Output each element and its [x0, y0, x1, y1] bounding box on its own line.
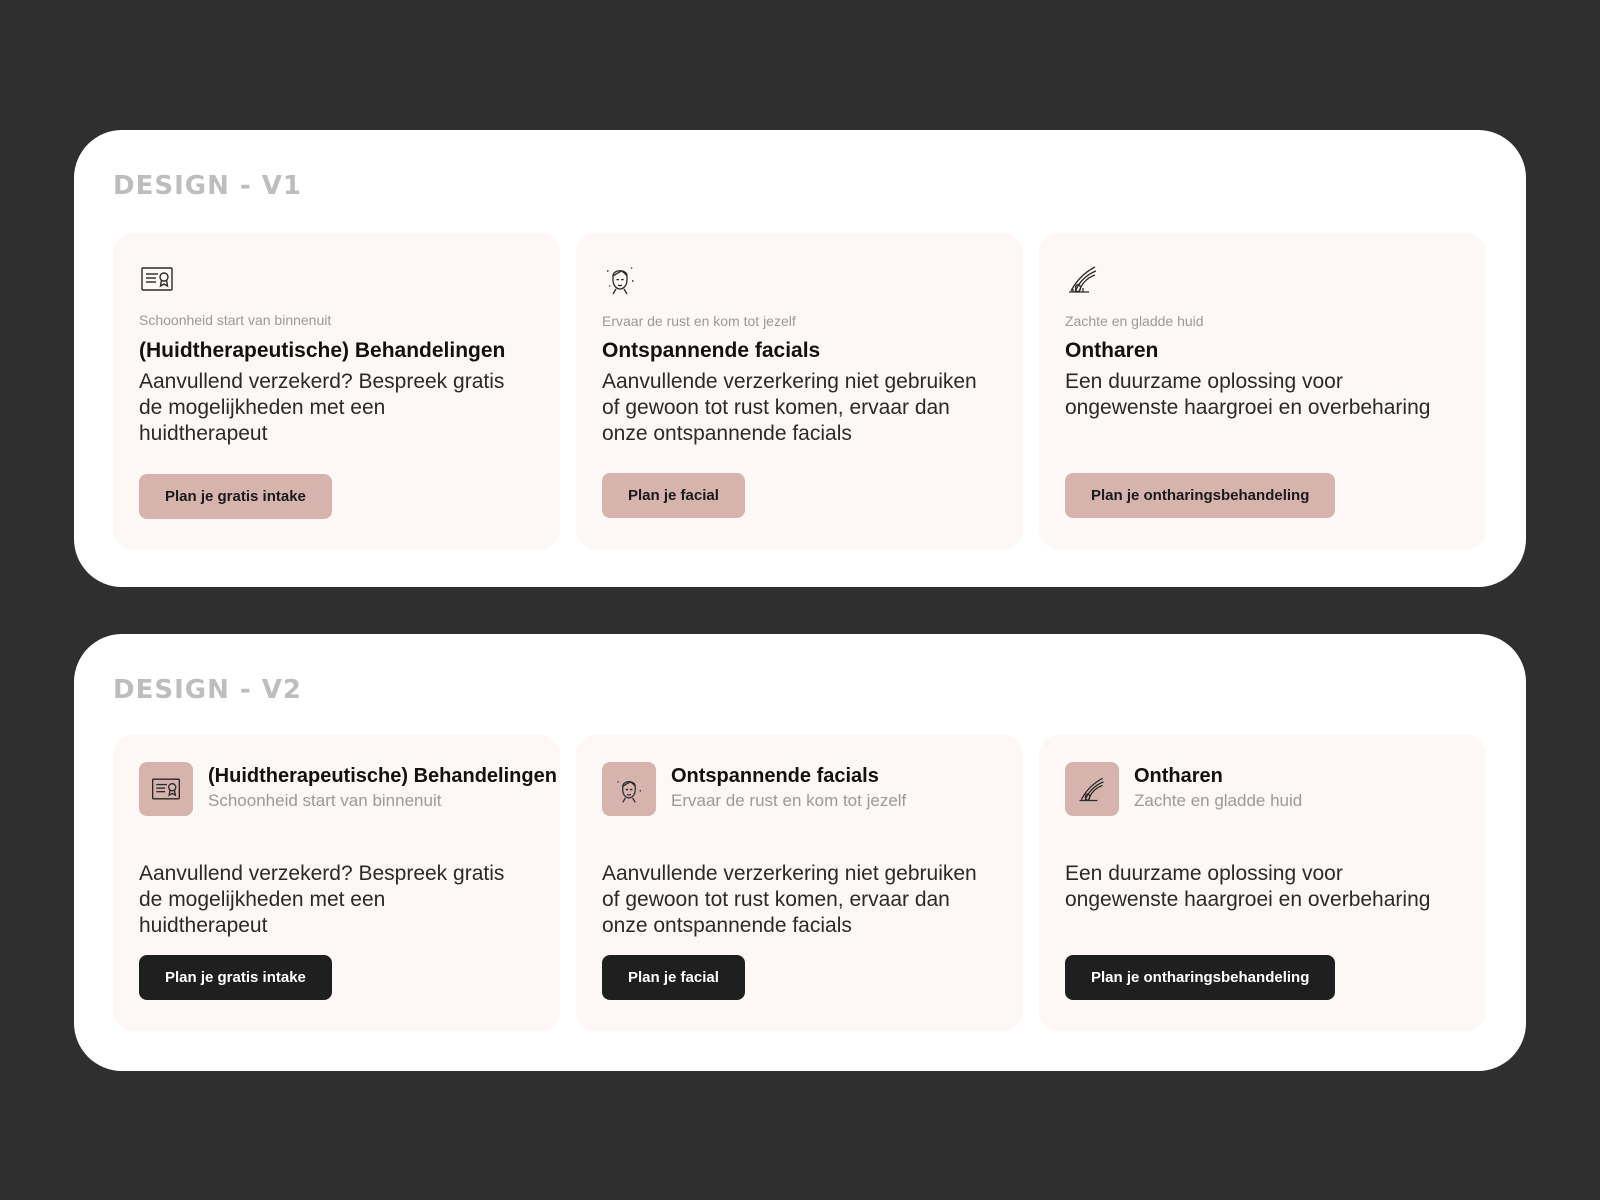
- treatment-card-facials: Ervaar de rust en kom tot jezelf Ontspan…: [576, 233, 1023, 549]
- card-subtitle: Ervaar de rust en kom tot jezelf: [671, 791, 907, 810]
- design-v1-panel: DESIGN - V1 Schoonheid start van binnenu…: [74, 130, 1526, 587]
- card-description: Aanvullend verzekerd? Bespreek gratis de…: [139, 370, 505, 445]
- treatment-card-facials: Ontspannende facials Ervaar de rust en k…: [576, 735, 1023, 1031]
- card-description: Een duurzame oplossing voor ongewenste h…: [1065, 370, 1431, 419]
- face-icon: [617, 781, 641, 803]
- card-title: (Huidtherapeutische) Behandelingen: [139, 339, 506, 362]
- card-description: Aanvullende verzerkering niet gebruiken …: [602, 862, 977, 937]
- design-v2-panel: DESIGN - V2 (Huidtherapeutische) Behande…: [74, 634, 1526, 1071]
- design-v2-label: DESIGN - V2: [113, 675, 302, 705]
- treatment-card-ontharen: Ontharen Zachte en gladde huid Een duurz…: [1039, 735, 1486, 1031]
- card-eyebrow: Ervaar de rust en kom tot jezelf: [602, 313, 796, 329]
- card-eyebrow: Schoonheid start van binnenuit: [139, 312, 332, 328]
- card-description: Aanvullend verzekerd? Bespreek gratis de…: [139, 862, 505, 937]
- certificate-icon: [152, 778, 180, 800]
- certificate-icon: [139, 261, 175, 297]
- card-subtitle: Zachte en gladde huid: [1134, 791, 1303, 810]
- plan-ontharingsbehandeling-button[interactable]: Plan je ontharingsbehandeling: [1065, 955, 1336, 1000]
- card-description: Aanvullende verzerkering niet gebruiken …: [602, 370, 977, 445]
- icon-tile: [1065, 762, 1119, 816]
- hair-follicle-icon: [1065, 261, 1101, 297]
- plan-gratis-intake-button[interactable]: Plan je gratis intake: [139, 474, 332, 519]
- treatment-card-behandelingen: (Huidtherapeutische) Behandelingen Schoo…: [113, 735, 560, 1031]
- card-title: Ontharen: [1065, 339, 1159, 362]
- plan-facial-button[interactable]: Plan je facial: [602, 473, 745, 518]
- treatment-card-ontharen: Zachte en gladde huid Ontharen Een duurz…: [1039, 233, 1486, 549]
- icon-tile: [602, 762, 656, 816]
- plan-ontharingsbehandeling-button[interactable]: Plan je ontharingsbehandeling: [1065, 473, 1336, 518]
- face-icon: [602, 261, 638, 297]
- card-title: (Huidtherapeutische) Behandelingen: [208, 765, 557, 787]
- design-v1-label: DESIGN - V1: [113, 171, 302, 201]
- card-title: Ontspannende facials: [602, 339, 821, 362]
- card-description: Een duurzame oplossing voor ongewenste h…: [1065, 862, 1431, 911]
- plan-gratis-intake-button[interactable]: Plan je gratis intake: [139, 955, 332, 1000]
- icon-tile: [139, 762, 193, 816]
- card-title: Ontharen: [1134, 765, 1223, 787]
- hair-follicle-icon: [1079, 777, 1104, 802]
- card-eyebrow: Zachte en gladde huid: [1065, 313, 1204, 329]
- plan-facial-button[interactable]: Plan je facial: [602, 955, 745, 1000]
- treatment-card-behandelingen: Schoonheid start van binnenuit (Huidther…: [113, 233, 560, 549]
- card-title: Ontspannende facials: [671, 765, 879, 787]
- card-subtitle: Schoonheid start van binnenuit: [208, 791, 442, 810]
